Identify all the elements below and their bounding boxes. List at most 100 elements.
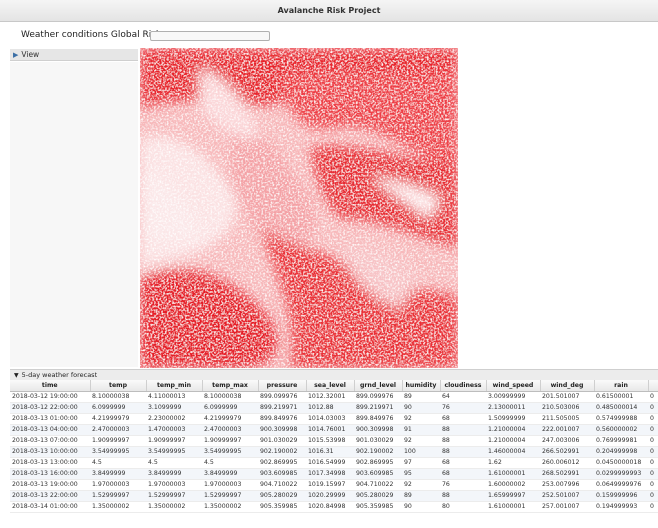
table-cell[interactable]: 68 [440,468,486,480]
table-cell[interactable]: 1019.15997 [306,479,354,491]
table-cell[interactable]: 1.21000004 [486,435,540,447]
table-cell[interactable]: 2.47000003 [90,424,146,436]
table-cell[interactable]: 901.030029 [258,435,306,447]
table-cell[interactable]: 0.61500001 [594,391,648,403]
table-cell[interactable]: 905.280029 [354,490,402,502]
table-cell[interactable]: 1.35000002 [146,501,202,513]
table-cell[interactable]: 0.0450000018 [594,457,648,469]
table-cell[interactable]: 4.21999979 [90,413,146,425]
table-cell[interactable]: 0.769999981 [594,435,648,447]
table-cell[interactable]: 100 [402,446,440,458]
table-cell[interactable]: 1.90999997 [90,435,146,447]
table-cell[interactable]: 3.8499999 [202,468,258,480]
table-cell[interactable]: 210.503006 [540,402,594,414]
table-cell[interactable]: 899.099976 [258,391,306,403]
table-cell[interactable]: 4.5 [90,457,146,469]
table-row[interactable]: 2018-03-13 04:00:00 2.47000003 1.47000003 2… [10,424,658,436]
table-cell[interactable]: 257.001007 [540,501,594,513]
table-cell[interactable]: 3.54999995 [146,446,202,458]
table-cell[interactable]: 2.23000002 [146,413,202,425]
table-cell[interactable]: 88 [440,446,486,458]
table-cell[interactable]: 0 [648,424,658,436]
table-cell[interactable]: 2018-03-13 22:00:00 [10,490,90,502]
column-header[interactable]: temp_max [202,380,259,392]
table-cell[interactable]: 0.574999988 [594,413,648,425]
table-cell[interactable]: 8.10000038 [202,391,258,403]
table-cell[interactable]: 1017.34998 [306,468,354,480]
table-cell[interactable]: 88 [440,424,486,436]
table-cell[interactable]: 4.21999979 [202,413,258,425]
table-cell[interactable]: 64 [440,391,486,403]
table-cell[interactable]: 1.65999997 [486,490,540,502]
table-cell[interactable]: 1.52999997 [146,490,202,502]
column-header[interactable]: sea_level [306,380,355,392]
column-header[interactable]: wind_deg [540,380,595,392]
table-row[interactable]: 2018-03-14 01:00:00 1.35000002 1.35000002 1… [10,501,658,513]
table-cell[interactable]: 900.309998 [354,424,402,436]
column-header[interactable]: humidity [402,380,441,392]
table-row[interactable]: 2018-03-12 22:00:00 6.0999999 3.1099999 6.0… [10,402,658,414]
table-cell[interactable]: 1.62 [486,457,540,469]
table-cell[interactable]: 899.219971 [258,402,306,414]
table-cell[interactable]: 0.159999996 [594,490,648,502]
table-cell[interactable]: 905.359985 [258,501,306,513]
table-cell[interactable]: 253.007996 [540,479,594,491]
table-cell[interactable]: 1.52999997 [202,490,258,502]
table-row[interactable]: 2018-03-12 19:00:00 8.10000038 4.11000013 8… [10,391,658,403]
column-header[interactable]: wind_speed [486,380,541,392]
table-cell[interactable]: 68 [440,413,486,425]
table-cell[interactable]: 266.502991 [540,446,594,458]
table-cell[interactable]: 1.35000002 [202,501,258,513]
table-cell[interactable]: 903.609985 [258,468,306,480]
table-cell[interactable]: 2018-03-13 19:00:00 [10,479,90,491]
table-cell[interactable]: 6.0999999 [90,402,146,414]
table-cell[interactable]: 1.35000002 [90,501,146,513]
table-cell[interactable]: 1.50999999 [486,413,540,425]
table-cell[interactable]: 0.194999993 [594,501,648,513]
table-cell[interactable]: 1.97000003 [146,479,202,491]
table-cell[interactable]: 1015.53998 [306,435,354,447]
table-row[interactable]: 2018-03-13 10:00:00 3.54999995 3.54999995 3… [10,446,658,458]
table-cell[interactable]: 2018-03-14 01:00:00 [10,501,90,513]
table-cell[interactable]: 0 [648,501,658,513]
table-cell[interactable]: 0.485000014 [594,402,648,414]
table-cell[interactable]: 95 [402,468,440,480]
table-cell[interactable]: 2.47000003 [202,424,258,436]
table-cell[interactable]: 904.710022 [354,479,402,491]
table-cell[interactable]: 3.54999995 [90,446,146,458]
forecast-panel-header[interactable]: ▼ 5-day weather forecast [10,369,658,380]
column-header[interactable]: pressure [258,380,307,392]
table-cell[interactable]: 0 [648,457,658,469]
table-cell[interactable]: 2018-03-12 19:00:00 [10,391,90,403]
table-cell[interactable]: 260.006012 [540,457,594,469]
table-cell[interactable]: 222.001007 [540,424,594,436]
table-cell[interactable]: 0.0649999976 [594,479,648,491]
table-cell[interactable]: 899.849976 [354,413,402,425]
table-cell[interactable]: 902.190002 [258,446,306,458]
column-header[interactable]: rain [594,380,649,392]
table-cell[interactable]: 1.21000004 [486,424,540,436]
table-cell[interactable]: 3.8499999 [146,468,202,480]
table-cell[interactable]: 0 [648,391,658,403]
table-cell[interactable]: 1.47000003 [146,424,202,436]
table-cell[interactable]: 904.710022 [258,479,306,491]
table-cell[interactable]: 2018-03-13 01:00:00 [10,413,90,425]
table-cell[interactable]: 1.60000002 [486,479,540,491]
column-header[interactable]: time [10,380,91,392]
table-cell[interactable]: 76 [440,402,486,414]
table-row[interactable]: 2018-03-13 07:00:00 1.90999997 1.90999997 1… [10,435,658,447]
table-cell[interactable]: 905.359985 [354,501,402,513]
column-header[interactable]: temp_min [146,380,203,392]
view-panel-header[interactable]: ▶ View [10,49,138,61]
table-cell[interactable]: 80 [440,501,486,513]
table-cell[interactable]: 76 [440,479,486,491]
table-cell[interactable]: 1016.31 [306,446,354,458]
table-cell[interactable]: 899.219971 [354,402,402,414]
table-cell[interactable]: 1014.76001 [306,424,354,436]
table-cell[interactable]: 0.0299999993 [594,468,648,480]
column-header[interactable]: grnd_level [354,380,403,392]
table-cell[interactable]: 0 [648,479,658,491]
table-cell[interactable]: 1.90999997 [146,435,202,447]
table-cell[interactable]: 1.61000001 [486,501,540,513]
table-cell[interactable]: 1.52999997 [90,490,146,502]
